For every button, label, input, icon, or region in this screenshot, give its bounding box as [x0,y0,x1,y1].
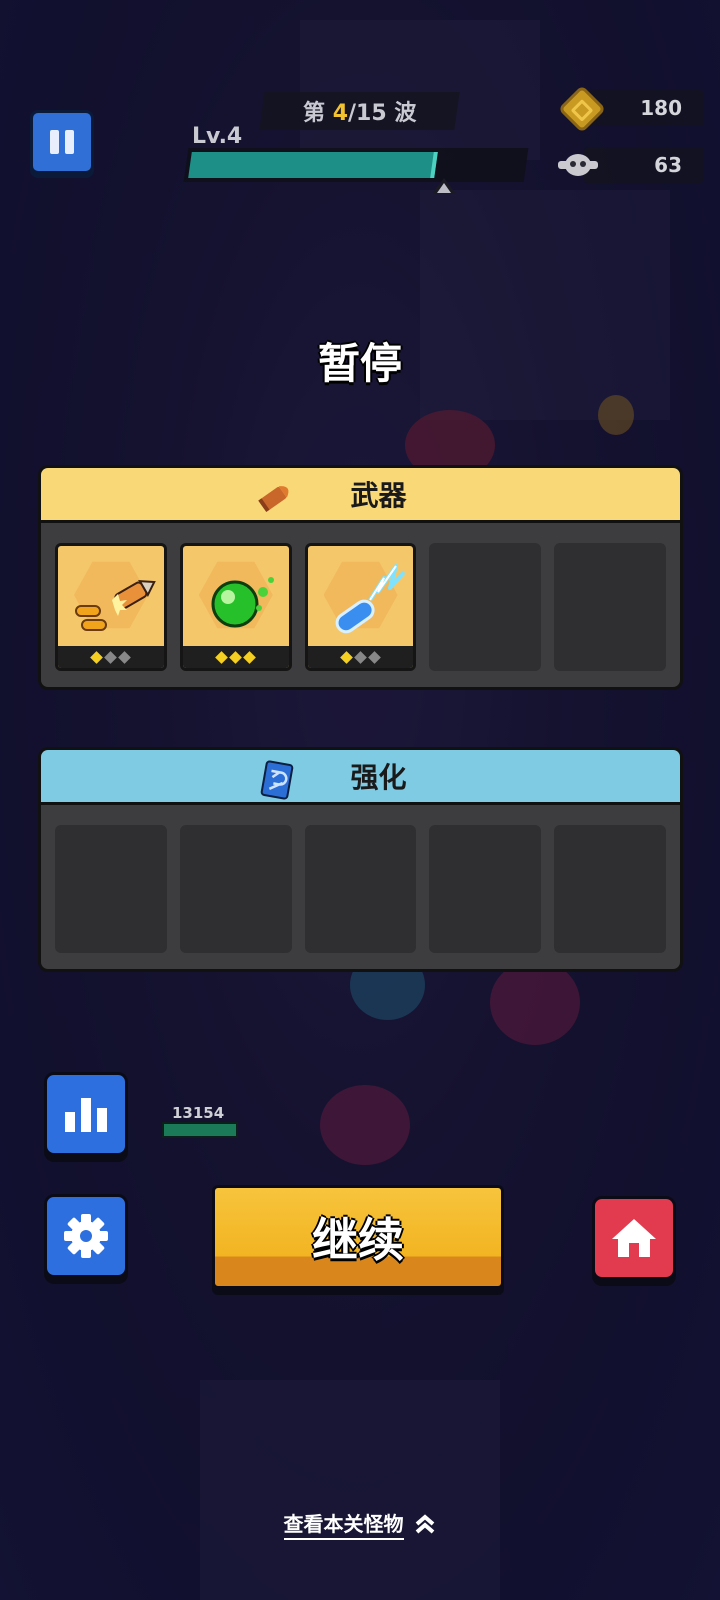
wave-current: 4 [332,101,348,126]
empty-upgrade-slot[interactable] [429,825,542,953]
weapons-panel-title: 武器 [350,479,407,512]
weapons-panel-header: 武器 [38,465,683,520]
empty-weapon-slot[interactable] [429,543,542,671]
level-label: Lv.4 [192,124,243,149]
upgrades-panel-title: 强化 [350,761,407,794]
wave-suffix: 波 [394,101,417,126]
empty-upgrade-slot[interactable] [304,825,417,953]
wave-total: /15 [347,101,387,126]
damage-value: 13154 [172,1104,225,1122]
wave-prefix: 第 [302,101,325,126]
pause-title: 暂停 [317,339,402,388]
upgrades-panel: 强化 [38,747,683,972]
settings-button[interactable] [44,1194,128,1278]
home-button[interactable] [592,1196,676,1280]
continue-label: 继续 [312,1213,404,1267]
weapon-star-rating [182,646,289,668]
empty-upgrade-slot[interactable] [55,825,167,953]
xp-bar [183,148,529,182]
weapons-slot-row [38,520,683,690]
weapon-star-rating [58,646,164,668]
missile-icon [75,579,156,631]
bar-chart-icon [65,1098,107,1132]
stats-button[interactable] [44,1072,128,1156]
bullet-icon [258,486,289,513]
gear-icon [64,1214,108,1258]
xp-marker-inner [437,183,451,193]
xp-bar-fill [188,152,438,178]
empty-upgrade-slot[interactable] [554,825,666,953]
kill-count: 63 [654,153,682,177]
home-icon [612,1219,656,1257]
weapon-star-rating [307,646,414,668]
upgrade-card-icon [260,760,294,800]
green-orb-icon [211,577,274,628]
upgrades-slot-row [38,802,683,972]
lightning-bolt-icon [335,564,406,634]
pause-icon-bar [65,130,74,154]
coin-count: 180 [640,96,682,120]
wave-indicator: 第 4/15 波 [259,92,460,130]
pause-button[interactable] [30,110,94,174]
weapon-slot[interactable] [179,543,292,671]
empty-upgrade-slot[interactable] [179,825,292,953]
skull-icon [558,154,598,176]
weapons-panel: 武器 [38,465,683,690]
double-chevron-up-icon [416,1514,435,1534]
view-monsters-label: 查看本关怪物 [283,1512,404,1540]
damage-bar [162,1122,238,1138]
weapon-slot[interactable] [304,543,417,671]
weapon-slot[interactable] [55,543,167,671]
continue-button[interactable]: 继续 [212,1185,504,1289]
kill-counter: 63 [584,147,704,183]
pause-icon [50,130,59,154]
view-monsters-link[interactable]: 查看本关怪物 [0,1508,720,1540]
empty-weapon-slot[interactable] [554,543,666,671]
upgrades-panel-header: 强化 [38,747,683,802]
